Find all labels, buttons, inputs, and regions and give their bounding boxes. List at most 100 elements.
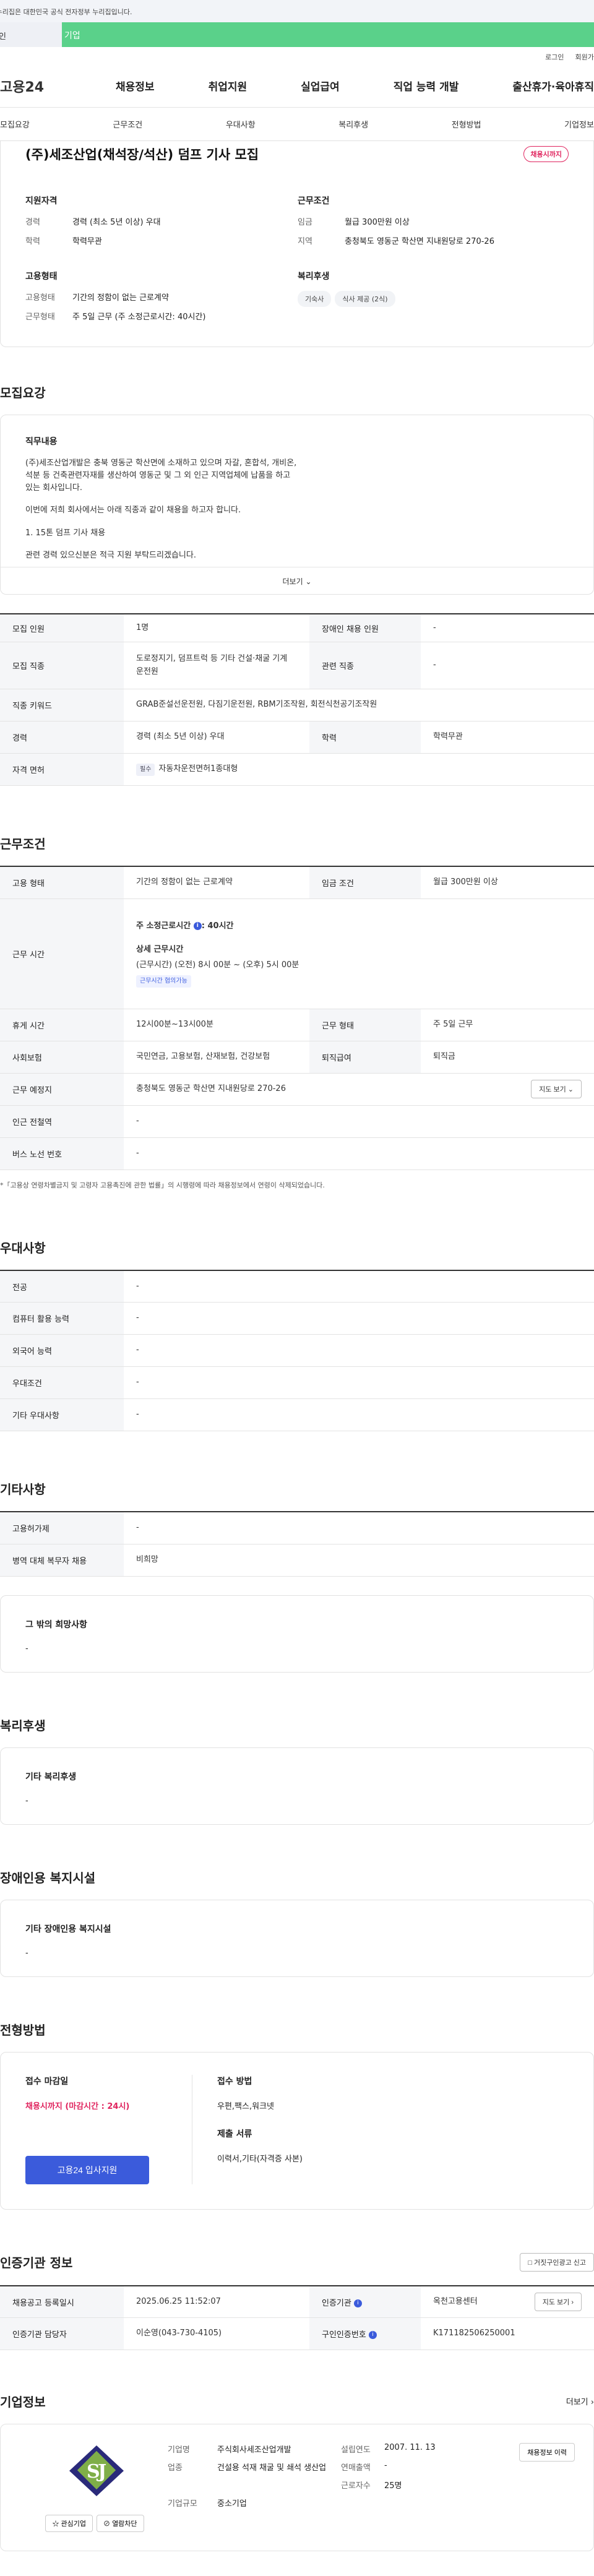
info-icon[interactable]: i xyxy=(193,921,202,930)
summary-edu-value: 학력무관 xyxy=(72,237,102,246)
job-desc-text: 1. 15톤 덤프 기사 채용 xyxy=(25,528,106,538)
method-value: 우편,팩스,워크넷 xyxy=(217,2101,274,2111)
history-button[interactable]: 채용정보 이력 xyxy=(519,2443,575,2462)
row-label: 기타 우대사항 xyxy=(0,1398,124,1432)
corp-card: S J ☆ 관심기업 ⊘ 열람차단 기업명 주식회사세조산업개발 설립연도 2007. … xyxy=(0,2424,594,2552)
hours-value: : 40시간 xyxy=(201,921,234,931)
interest-button[interactable]: ☆ 관심기업 xyxy=(45,2515,93,2533)
row-label: 경력 xyxy=(0,721,124,754)
section-nav-pref[interactable]: 우대사항 xyxy=(226,118,256,130)
summary-welfare: 복리후생 기숙사 식사 제공 (2식) xyxy=(298,270,570,307)
corp-emp-value: 25명 xyxy=(384,2481,402,2491)
age-note: *「고용상 연령차별금지 및 고령자 고용촉진에 관한 법률」의 시행령에 따라… xyxy=(0,1181,325,1189)
summary-wage-value: 월급 300만원 이상 xyxy=(345,218,410,227)
row-value: - xyxy=(124,1137,594,1170)
summary-employment: 고용형태 고용형태 기간의 정함이 없는 근로계약 근무형태 주 5일 근무 (주 … xyxy=(25,270,298,322)
gnb-item-jobs[interactable]: 채용정보 xyxy=(116,78,155,93)
section-nav-apply[interactable]: 전형방법 xyxy=(452,118,481,130)
row-value: 1명 xyxy=(124,613,309,643)
map-button[interactable]: 지도 보기 ⌄ xyxy=(531,1080,582,1099)
row-value: 기간의 정함이 없는 근로계약 xyxy=(124,866,309,899)
row-label: 근무 형태 xyxy=(309,1009,421,1041)
corp-biz-value: 건설용 석재 채굴 및 쇄석 생산업 xyxy=(217,2463,327,2473)
row-value: - xyxy=(421,642,594,690)
info-icon[interactable]: i xyxy=(353,2299,362,2307)
row-value: 비희망 xyxy=(124,1544,594,1577)
row-value: - xyxy=(124,1334,594,1368)
summary-edu-label: 학력 xyxy=(25,237,40,246)
docs-heading: 제출 서류 xyxy=(217,2129,252,2139)
summary-emp-heading: 고용형태 xyxy=(25,272,58,282)
row-value: 이순영(043-730-4105) xyxy=(124,2317,309,2351)
global-nav: 고용24 채용정보 취업지원 실업급여 직업 능력 개발 출산휴가·육아휴직 xyxy=(0,64,594,108)
row-label: 사회보험 xyxy=(0,1041,124,1074)
work-table: 고용 형태 기간의 정함이 없는 근로계약 임금 조건 월급 300만원 이상 근무 … xyxy=(0,866,594,1170)
row-label: 버스 노선 번호 xyxy=(0,1137,124,1170)
job-desc-text: 관련 경력 있으신분은 적극 지원 부탁드리겠습니다. xyxy=(25,550,196,560)
corp-section: 기업정보 더보기 › S J ☆ 관심기업 ⊘ 열람차단 기업명 주식회사세조산업개… xyxy=(0,2350,594,2576)
org-map-button[interactable]: 지도 보기 › xyxy=(534,2293,582,2312)
logo[interactable]: 고용24 xyxy=(0,76,62,96)
num-label: 구인인증번호 xyxy=(322,2330,366,2340)
gnb-item-leave[interactable]: 출산휴가·육아휴직 xyxy=(512,78,594,93)
row-value: - xyxy=(124,1270,594,1303)
tab-corporate[interactable]: 기업 xyxy=(62,22,594,47)
welfare-value: - xyxy=(25,1796,28,1806)
block-label: 열람차단 xyxy=(112,2520,137,2528)
block-button[interactable]: ⊘ 열람차단 xyxy=(97,2515,144,2533)
corp-more-link[interactable]: 더보기 › xyxy=(566,2395,594,2407)
status-badge: 채용시까지 xyxy=(523,146,569,162)
row-value: 도로정지기, 덤프트럭 등 기타 건설·채굴 기계 운전원 xyxy=(124,642,309,690)
org-value: 옥천고용센터 xyxy=(433,2296,478,2306)
place-value: 충청북도 영동군 학산면 지내원당로 270-26 xyxy=(136,1083,286,1093)
row-value: - xyxy=(124,1105,594,1138)
info-icon[interactable]: i xyxy=(368,2331,377,2340)
welfare-section: 복리후생 기타 복리후생 - xyxy=(0,1673,594,1825)
gnb-item-unemployment[interactable]: 실업급여 xyxy=(301,78,340,93)
report-button[interactable]: □ 거짓구인광고 신고 xyxy=(520,2252,594,2272)
more-button[interactable]: 더보기 ⌄ xyxy=(1,566,593,594)
recruit-section: 모집요강 직무내용 (주)세조산업개발은 충북 영동군 학산면에 소재하고 있으… xyxy=(0,347,594,786)
job-desc-text: 이번에 저희 회사에서는 아래 직종과 같이 채용을 하고자 합니다. xyxy=(25,506,241,515)
row-value: - xyxy=(124,1512,594,1544)
row-label: 휴게 시간 xyxy=(0,1009,124,1041)
row-value: 2025.06.25 11:52:07 xyxy=(124,2285,309,2319)
summary-career-label: 경력 xyxy=(25,218,40,227)
corp-emp-label: 근로자수 xyxy=(341,2481,371,2491)
summary-qualification: 지원자격 경력 경력 (최소 5년 이상) 우대 학력 학력무관 xyxy=(25,194,298,246)
job-desc-text: (주)세조산업개발은 충북 영동군 학산면에 소재하고 있으며 자갈, 혼합석,… xyxy=(25,459,297,493)
row-value: K171182506250001 xyxy=(421,2317,594,2351)
deadline-heading: 접수 마감일 xyxy=(25,2076,69,2087)
row-label: 병역 대체 복무자 채용 xyxy=(0,1544,124,1577)
tab-individual[interactable]: 개인 xyxy=(0,22,62,47)
welfare-chip: 기숙사 xyxy=(298,291,332,307)
user-type-tabs: 개인 기업 xyxy=(0,22,594,47)
section-nav-welfare[interactable]: 복리후생 xyxy=(338,118,368,130)
section-nav-corp[interactable]: 기업정보 xyxy=(564,118,594,130)
row-value: 퇴직금 xyxy=(421,1041,594,1074)
company-logo-text: J xyxy=(96,2461,106,2483)
tab-corporate-label: 기업 xyxy=(64,31,80,41)
row-label: 근무 예정지 xyxy=(0,1073,124,1106)
row-label: 임금 조건 xyxy=(309,866,421,899)
section-nav-work[interactable]: 근무조건 xyxy=(113,118,142,130)
summary-wage-label: 임금 xyxy=(298,218,312,227)
summary-worktype-value: 주 5일 근무 (주 소정근로시간: 40시간) xyxy=(72,312,206,322)
row-label: 우대조건 xyxy=(0,1366,124,1400)
section-nav-recruit[interactable]: 모집요강 xyxy=(0,118,30,130)
gnb-item-training[interactable]: 직업 능력 개발 xyxy=(394,78,459,93)
block-icon: ⊘ xyxy=(103,2520,110,2528)
pref-title: 우대사항 xyxy=(0,1240,46,1256)
row-label: 자격 면허 xyxy=(0,753,124,786)
other-wishes-card: 그 밖의 희망사항 - xyxy=(0,1595,594,1673)
work-section: 근무조건 고용 형태 기간의 정함이 없는 근로계약 임금 조건 월급 300만원 이… xyxy=(0,786,594,1190)
job-summary-card: (주)세조산업(채석장/석산) 덤프 기사 모집 채용시까지 지원자격 경력 경력… xyxy=(0,141,594,347)
join-link[interactable]: 회원가입 xyxy=(575,52,594,64)
warning-icon: □ xyxy=(528,2259,532,2267)
login-link[interactable]: 로그인 xyxy=(545,52,564,64)
gov-banner-text: 이 누리집은 대한민국 공식 전자정부 누리집입니다. xyxy=(0,8,132,16)
apply-button[interactable]: 고용24 입사지원 xyxy=(25,2155,149,2184)
summary-cond-heading: 근무조건 xyxy=(298,196,330,206)
gnb-item-support[interactable]: 취업지원 xyxy=(209,78,248,93)
row-label: 채용공고 등록일시 xyxy=(0,2285,124,2319)
